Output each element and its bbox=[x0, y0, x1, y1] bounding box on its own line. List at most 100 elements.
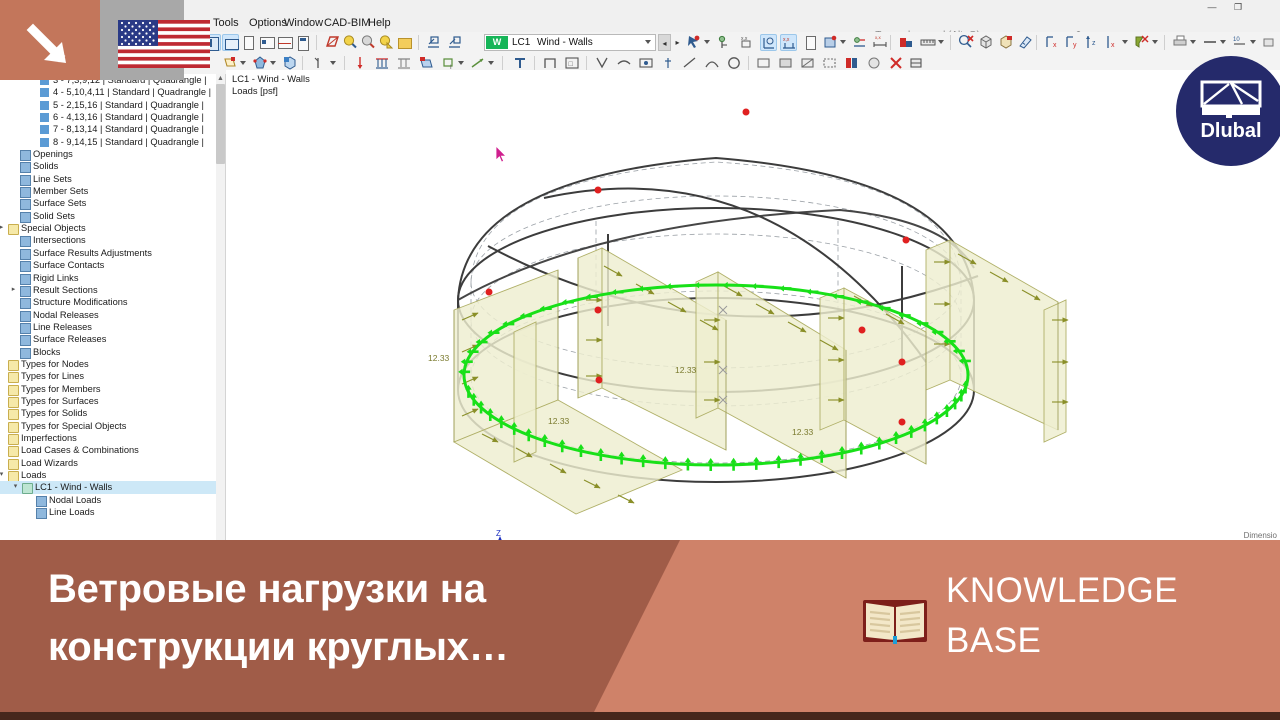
toolbar-zoom-window-button[interactable] bbox=[342, 34, 359, 51]
chevron-down-icon[interactable] bbox=[645, 40, 651, 44]
tree-item[interactable]: Nodal Releases bbox=[0, 309, 225, 322]
toolbar-select-area-button[interactable] bbox=[324, 34, 341, 51]
tree-expander-icon[interactable]: ▾ bbox=[0, 471, 5, 479]
tree-item[interactable]: Types for Surfaces bbox=[0, 395, 225, 408]
tree-item[interactable]: Solid Sets bbox=[0, 210, 225, 223]
tree-item[interactable]: Structure Modifications bbox=[0, 296, 225, 310]
toolbar-view-cube-button[interactable] bbox=[998, 34, 1015, 51]
model-viewport[interactable]: LC1 - Wind - Walls Loads [psf] 12.33 12.… bbox=[226, 70, 1280, 540]
navigator-scrollbar[interactable]: ▲ bbox=[216, 74, 225, 540]
tree-item[interactable]: Line Releases bbox=[0, 321, 225, 334]
tree-item[interactable]: Blocks bbox=[0, 346, 225, 359]
toolbar-ruler-button[interactable] bbox=[920, 34, 937, 51]
toolbar-show-loads-button[interactable] bbox=[760, 34, 777, 51]
toolbar-line-style-button[interactable] bbox=[1202, 34, 1219, 51]
menu-item-options[interactable]: Options bbox=[249, 14, 287, 32]
toolbar-settings-button[interactable] bbox=[1262, 34, 1279, 51]
menu-item-cad-bim[interactable]: CAD-BIM bbox=[324, 14, 370, 32]
tree-item[interactable]: Load Cases & Combinations bbox=[0, 444, 225, 458]
tree-item[interactable]: Nodal Loads bbox=[0, 494, 225, 507]
tree-item[interactable]: Line Loads bbox=[0, 506, 225, 520]
tree-item[interactable]: 6 - 4,13,16 | Standard | Quadrangle | 1 … bbox=[0, 111, 225, 123]
toolbar-support-button[interactable] bbox=[852, 34, 869, 51]
toolbar-delete-button[interactable] bbox=[802, 34, 819, 51]
toolbar-node-props-button[interactable] bbox=[716, 34, 733, 51]
tree-item[interactable]: Openings bbox=[0, 148, 225, 162]
tree-item[interactable]: Line Sets bbox=[0, 173, 225, 186]
tree-item[interactable]: 7 - 8,13,14 | Standard | Quadrangle | 1 … bbox=[0, 123, 225, 135]
toolbar-dropdown-icon-e[interactable] bbox=[1122, 40, 1128, 44]
tree-item[interactable]: Rigid Links bbox=[0, 272, 225, 285]
tree-item[interactable]: ▾ Loads bbox=[0, 469, 225, 482]
toolbar-panel-button[interactable] bbox=[240, 34, 257, 51]
tree-item[interactable]: 4 - 5,10,4,11 | Standard | Quadrangle | … bbox=[0, 86, 225, 98]
toolbar2-dropdown-a[interactable] bbox=[240, 61, 246, 65]
tree-expander-icon[interactable]: ▸ bbox=[10, 286, 17, 294]
navigator-scroll-thumb[interactable] bbox=[216, 84, 225, 164]
tree-item[interactable]: Types for Solids bbox=[0, 407, 225, 421]
toolbar2-dropdown-d[interactable] bbox=[458, 61, 464, 65]
toolbar2-dropdown-c[interactable] bbox=[330, 61, 336, 65]
toolbar-view-x-button[interactable]: x bbox=[1044, 34, 1061, 51]
toolbar-calculator-button[interactable] bbox=[294, 34, 311, 51]
toolbar-view-y-button[interactable]: y bbox=[1064, 34, 1081, 51]
tree-item[interactable]: Intersections bbox=[0, 234, 225, 248]
toolbar-load-values-button[interactable]: x,x bbox=[780, 34, 797, 51]
toolbar-pan-button[interactable] bbox=[378, 34, 395, 51]
toolbar-dropdown-icon-c[interactable] bbox=[840, 40, 846, 44]
toolbar-reset-view-button[interactable] bbox=[958, 34, 975, 51]
load-case-selector[interactable]: W LC1 Wind - Walls bbox=[484, 34, 656, 51]
toolbar-dimension-tool-button[interactable]: x,x bbox=[738, 34, 755, 51]
tree-item-selected[interactable]: ▾ LC1 - Wind - Walls bbox=[0, 481, 225, 495]
toolbar-dropdown-icon-g[interactable] bbox=[1190, 40, 1196, 44]
toolbar-visibility-button[interactable] bbox=[1134, 34, 1151, 51]
toolbar2-dropdown-e[interactable] bbox=[488, 61, 494, 65]
toolbar-result-diagram-button[interactable] bbox=[898, 34, 915, 51]
toolbar-new-node-button[interactable] bbox=[426, 34, 443, 51]
toolbar-select-objects-button[interactable] bbox=[686, 34, 703, 51]
toolbar-print-button[interactable] bbox=[1172, 34, 1189, 51]
tree-item[interactable]: 5 - 2,15,16 | Standard | Quadrangle | 1 … bbox=[0, 99, 225, 111]
menu-item-window[interactable]: Window bbox=[284, 14, 323, 32]
toolbar-member-results-button[interactable]: x,x bbox=[872, 34, 889, 51]
toolbar-dropdown-icon-d[interactable] bbox=[938, 40, 944, 44]
toolbar-table-button[interactable] bbox=[276, 34, 293, 51]
navigator-tree[interactable]: 3 - 7,3,9,12 | Standard | Quadrangle | 1… bbox=[0, 74, 225, 520]
menu-item-help[interactable]: Help bbox=[368, 14, 391, 32]
tree-item[interactable]: ▸ Special Objects bbox=[0, 222, 225, 236]
tree-item[interactable]: Surface Releases bbox=[0, 333, 225, 347]
tree-item[interactable]: Types for Special Objects bbox=[0, 420, 225, 433]
tree-item[interactable]: Types for Lines bbox=[0, 370, 225, 384]
tree-item[interactable]: Imperfections bbox=[0, 432, 225, 445]
toolbar-render-view-button[interactable] bbox=[258, 34, 275, 51]
load-case-next-button[interactable]: ▸ bbox=[671, 34, 684, 51]
toolbar-dropdown-icon-i[interactable] bbox=[1250, 40, 1256, 44]
menu-item-tools[interactable]: Tools bbox=[213, 14, 239, 32]
toolbar-view-presets-button[interactable] bbox=[396, 34, 413, 51]
toolbar-zoom-all-button[interactable] bbox=[360, 34, 377, 51]
window-maximize-button[interactable]: ❐ bbox=[1226, 0, 1250, 14]
tree-item[interactable]: Surface Sets bbox=[0, 197, 225, 211]
scroll-up-arrow-icon[interactable]: ▲ bbox=[216, 74, 225, 83]
tree-item[interactable]: Surface Contacts bbox=[0, 259, 225, 273]
tree-item[interactable]: Surface Results Adjustments bbox=[0, 247, 225, 260]
toolbar-iso-view-button[interactable] bbox=[978, 34, 995, 51]
toolbar-decimals-button[interactable]: 10 bbox=[1232, 34, 1249, 51]
tree-item[interactable]: ▸ Result Sections bbox=[0, 284, 225, 297]
tree-item[interactable]: Member Sets bbox=[0, 185, 225, 199]
tree-item[interactable]: Solids bbox=[0, 160, 225, 174]
tree-expander-icon[interactable]: ▾ bbox=[12, 483, 19, 491]
window-minimize-button[interactable]: — bbox=[1200, 0, 1224, 14]
toolbar-new-line-button[interactable] bbox=[447, 34, 464, 51]
toolbar-view-iso-xyz-button[interactable]: x bbox=[1104, 34, 1121, 51]
toolbar-show-grid-button[interactable] bbox=[222, 34, 239, 51]
toolbar2-dropdown-b[interactable] bbox=[270, 61, 276, 65]
tree-item[interactable]: Types for Nodes bbox=[0, 358, 225, 371]
load-case-prev-button[interactable]: ◂ bbox=[658, 34, 671, 51]
toolbar-measure-button[interactable] bbox=[1018, 34, 1035, 51]
tree-item[interactable]: Load Wizards bbox=[0, 457, 225, 470]
tree-item[interactable]: 8 - 9,14,15 | Standard | Quadrangle | 1 … bbox=[0, 136, 225, 148]
tree-item[interactable]: Types for Members bbox=[0, 383, 225, 396]
tree-expander-icon[interactable]: ▸ bbox=[0, 224, 5, 232]
toolbar-model-props-button[interactable] bbox=[822, 34, 839, 51]
